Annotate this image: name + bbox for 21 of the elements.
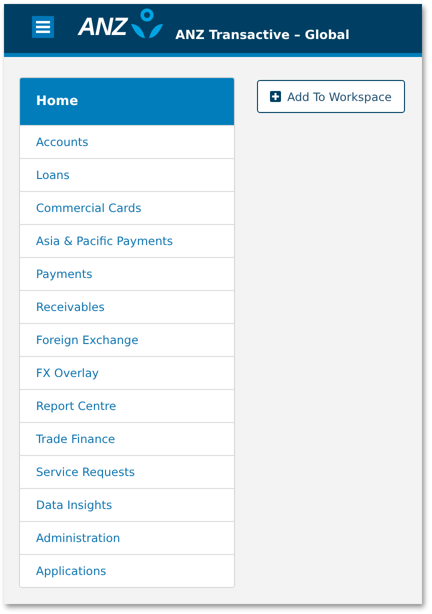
sidebar-item[interactable]: Accounts <box>20 125 234 158</box>
sidebar-item[interactable]: Trade Finance <box>20 422 234 455</box>
sidebar-item[interactable]: Report Centre <box>20 389 234 422</box>
sidebar-item[interactable]: FX Overlay <box>20 356 234 389</box>
sidebar-item[interactable]: Home <box>20 78 234 125</box>
sidebar-item[interactable]: Administration <box>20 521 234 554</box>
sidebar-item[interactable]: Service Requests <box>20 455 234 488</box>
logo-text: ANZ <box>78 13 126 42</box>
app-title: ANZ Transactive – Global <box>175 27 350 42</box>
sidebar-item[interactable]: Commercial Cards <box>20 191 234 224</box>
sidebar-item[interactable]: Loans <box>20 158 234 191</box>
sidebar-item[interactable]: Asia & Pacific Payments <box>20 224 234 257</box>
sidebar-item[interactable]: Foreign Exchange <box>20 323 234 356</box>
sidebar-item[interactable]: Payments <box>20 257 234 290</box>
add-to-workspace-button[interactable]: Add To Workspace <box>257 80 405 113</box>
menu-button[interactable] <box>32 16 54 38</box>
menu-icon <box>36 20 50 32</box>
sidebar-item[interactable]: Data Insights <box>20 488 234 521</box>
sidebar-item[interactable]: Applications <box>20 554 234 587</box>
plus-icon <box>270 91 282 102</box>
sidebar-item[interactable]: Receivables <box>20 290 234 323</box>
